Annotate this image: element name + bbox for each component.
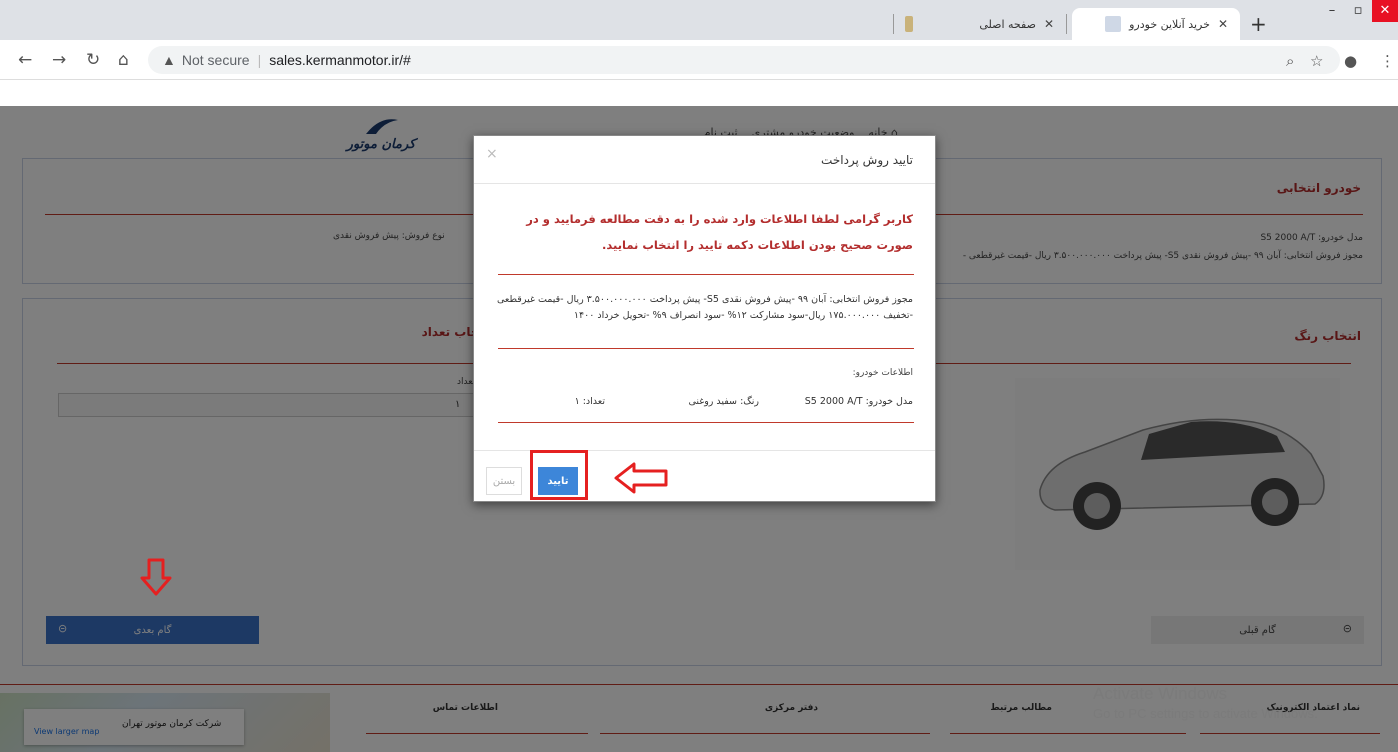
back-icon[interactable]: ← bbox=[18, 50, 32, 70]
minimize-icon[interactable]: – bbox=[1320, 0, 1344, 22]
browser-tab-bar: ✕ صفحه اصلی ✕ خرید آنلاین خودرو + – ▫ ✕ bbox=[0, 0, 1398, 40]
favicon-icon bbox=[905, 16, 913, 32]
divider bbox=[498, 422, 914, 423]
modal-header: × تایید روش پرداخت bbox=[474, 136, 935, 184]
favicon-icon bbox=[1105, 16, 1122, 32]
close-icon[interactable]: ✕ bbox=[1044, 17, 1054, 31]
cancel-button[interactable]: بستن bbox=[486, 467, 522, 495]
car-info-label: اطلاعات خودرو: bbox=[852, 368, 913, 378]
divider bbox=[498, 274, 914, 275]
payment-confirm-modal: × تایید روش پرداخت کاربر گرامی لطفا اطلا… bbox=[473, 135, 936, 502]
forward-icon[interactable]: → bbox=[52, 50, 66, 70]
modal-warning-text: کاربر گرامی لطفا اطلاعات وارد شده را به … bbox=[526, 212, 913, 252]
tab-pinned[interactable] bbox=[893, 8, 933, 40]
address-bar[interactable]: ▲ Not secure | sales.kermanmotor.ir/# bbox=[148, 46, 1340, 74]
modal-license-text: مجوز فروش انتخابی: آبان ۹۹ -پیش فروش نقد… bbox=[497, 294, 913, 321]
url-text: sales.kermanmotor.ir/# bbox=[269, 52, 411, 68]
bookmark-bar bbox=[0, 80, 1398, 106]
reload-icon[interactable]: ↻ bbox=[86, 50, 100, 70]
browser-toolbar: ← → ↻ ⌂ ▲ Not secure | sales.kermanmotor… bbox=[0, 40, 1398, 80]
activate-windows-watermark: Activate Windows Go to PC settings to ac… bbox=[1093, 684, 1318, 721]
close-icon[interactable]: × bbox=[486, 146, 498, 162]
tab-title: خرید آنلاین خودرو bbox=[1129, 17, 1210, 31]
warning-icon: ▲ bbox=[162, 52, 176, 68]
tab-separator bbox=[1066, 14, 1067, 34]
modal-car-model: مدل خودرو: S5 2000 A/T bbox=[804, 396, 913, 407]
home-icon[interactable]: ⌂ bbox=[118, 50, 129, 70]
close-icon[interactable]: ✕ bbox=[1218, 17, 1228, 31]
tab-home[interactable]: ✕ صفحه اصلی bbox=[936, 8, 1066, 40]
new-tab-button[interactable]: + bbox=[1250, 12, 1267, 36]
tab-separator bbox=[893, 14, 894, 34]
profile-icon[interactable]: ● bbox=[1344, 52, 1357, 70]
url-divider: | bbox=[257, 52, 262, 68]
menu-icon[interactable]: ⋮ bbox=[1380, 52, 1395, 70]
left-arrow-icon bbox=[614, 462, 668, 494]
star-icon[interactable]: ☆ bbox=[1310, 52, 1323, 70]
modal-car-count: تعداد: ۱ bbox=[574, 396, 605, 407]
divider bbox=[498, 348, 914, 349]
down-arrow-icon bbox=[140, 558, 172, 596]
modal-car-color: رنگ: سفید روغنی bbox=[688, 396, 759, 407]
maximize-icon[interactable]: ▫ bbox=[1346, 0, 1370, 22]
window-close-icon[interactable]: ✕ bbox=[1372, 0, 1398, 22]
tab-title: صفحه اصلی bbox=[979, 17, 1036, 31]
zoom-icon[interactable]: ⌕ bbox=[1286, 52, 1294, 70]
tab-online-purchase[interactable]: ✕ خرید آنلاین خودرو bbox=[1072, 8, 1240, 40]
modal-title: تایید روش پرداخت bbox=[821, 153, 913, 167]
security-label: Not secure bbox=[181, 52, 250, 68]
highlight-box bbox=[530, 450, 588, 500]
